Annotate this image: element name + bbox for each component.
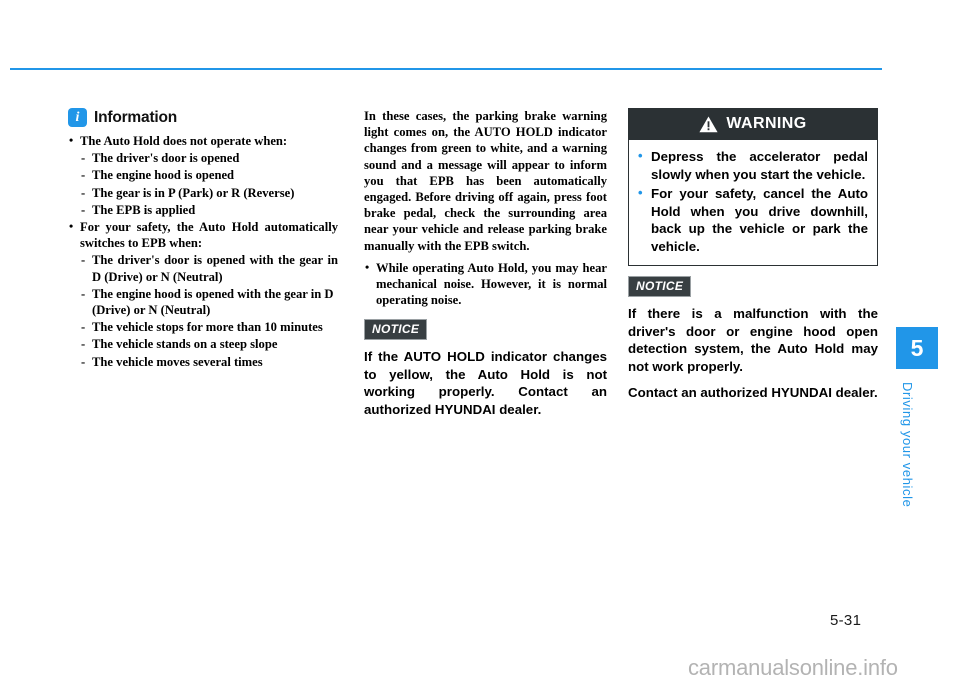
notice-content: If there is a malfunction with the drive… [628,305,878,402]
middle-column: In these cases, the parking brake warnin… [364,108,607,418]
middle-bullet-list: While operating Auto Hold, you may hear … [364,259,607,309]
notice-paragraph: Contact an authorized HYUNDAI dealer. [628,385,878,400]
list-item: The driver's door is opened with the gea… [68,252,338,284]
list-item: The vehicle stands on a steep slope [68,336,338,352]
left-column: i Information The Auto Hold does not ope… [68,108,338,371]
header-rule [10,68,882,70]
list-item: The engine hood is opened [68,167,338,183]
list-item: While operating Auto Hold, you may hear … [364,259,607,309]
notice-badge: NOTICE [364,319,428,341]
warning-triangle-icon [699,116,719,133]
warning-heading: WARNING [726,115,807,132]
list-item: The driver's door is opened [68,150,338,166]
information-list: The Auto Hold does not operate when: The… [68,132,338,370]
notice-paragraph: If there is a malfunction with the drive… [628,306,878,374]
notice-badge: NOTICE [628,276,692,297]
list-item: The EPB is applied [68,202,338,218]
right-column: WARNING Depress the accelerator pedal sl… [628,108,878,402]
notice-paragraph: If the AUTO HOLD indicator changes to ye… [364,349,607,417]
list-item: Depress the accelerator pedal slowly whe… [638,147,868,183]
list-item: The engine hood is opened with the gear … [68,286,338,318]
information-title: Information [94,108,178,126]
site-watermark: carmanualsonline.info [688,655,898,680]
list-item: For your safety, cancel the Auto Hold wh… [638,184,868,255]
warning-header: WARNING [629,109,877,140]
list-item: The vehicle moves several times [68,354,338,370]
notice-content: If the AUTO HOLD indicator changes to ye… [364,348,607,418]
information-header: i Information [68,108,338,127]
chapter-number-tab: 5 [896,327,938,369]
list-item: For your safety, the Auto Hold automatic… [68,218,338,251]
info-icon: i [68,108,87,127]
warning-content: Depress the accelerator pedal slowly whe… [629,140,877,265]
list-item: The vehicle stops for more than 10 minut… [68,319,338,335]
list-item: The gear is in P (Park) or R (Reverse) [68,185,338,201]
page-number: 5-31 [830,612,862,629]
list-item: The Auto Hold does not operate when: [68,132,338,149]
warning-box: WARNING Depress the accelerator pedal sl… [628,108,878,266]
chapter-label: Driving your vehicle [900,382,915,508]
body-paragraph: In these cases, the parking brake warnin… [364,109,607,253]
